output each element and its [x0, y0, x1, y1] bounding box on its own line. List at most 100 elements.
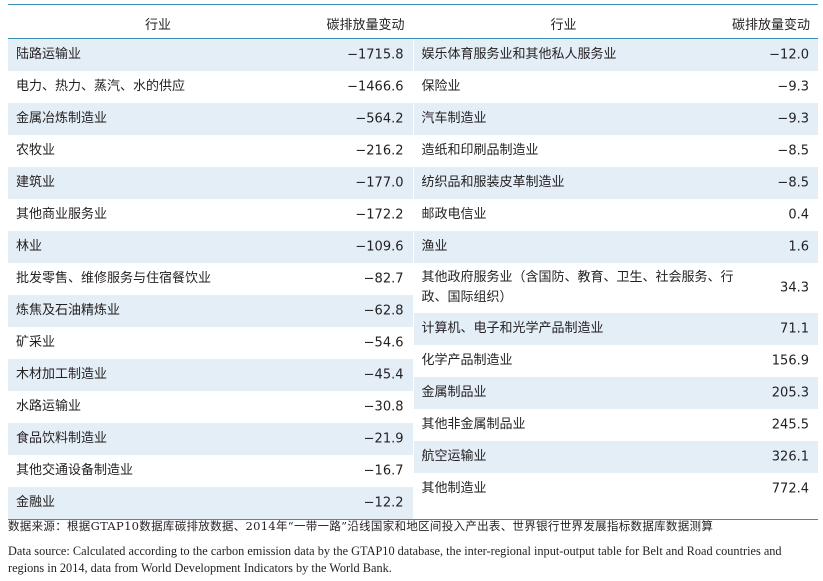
table-row: 金属制品业 205.3	[413, 377, 818, 409]
table-row: 纺织品和服装皮革制造业 −8.5	[413, 167, 818, 199]
carbon-emission-change-table: 行业 碳排放量变动 行业 碳排放量变动 陆路运输业 −1715.8 电力、热力、蒸汽…	[8, 4, 818, 520]
table-row: 批发零售、维修服务与住宿餐饮业 −82.7	[8, 263, 413, 295]
table-row: 航空运输业 326.1	[413, 441, 818, 473]
table-row: 渔业 1.6	[413, 231, 818, 263]
emission-change-value: −8.5	[777, 175, 809, 191]
table-row: 建筑业 −177.0	[8, 167, 413, 199]
industry-name: 水路运输业	[16, 399, 82, 414]
emission-change-value: 772.4	[771, 481, 809, 497]
industry-name: 农牧业	[16, 143, 56, 158]
emission-change-value: −172.2	[355, 207, 404, 223]
emission-change-value: −62.8	[363, 303, 404, 319]
emission-change-value: −9.3	[777, 111, 809, 127]
emission-change-value: 34.3	[780, 280, 809, 296]
industry-name: 金融业	[16, 495, 56, 510]
table-row: 其他非金属制品业 245.5	[414, 409, 819, 441]
table-row: 电力、热力、蒸汽、水的供应 −1466.6	[8, 71, 413, 103]
table-row: 农牧业 −216.2	[8, 135, 413, 167]
industry-name: 木材加工制造业	[16, 367, 108, 382]
industry-name: 电力、热力、蒸汽、水的供应	[16, 79, 186, 94]
emission-change-value: −177.0	[355, 175, 404, 191]
emission-change-value: 156.9	[771, 353, 809, 369]
data-source-english: Data source: Calculated according to the…	[8, 544, 782, 575]
emission-change-value: −216.2	[355, 143, 404, 159]
industry-name: 其他非金属制品业	[421, 417, 526, 432]
table-row: 木材加工制造业 −45.4	[8, 359, 413, 391]
industry-name: 食品饮料制造业	[16, 431, 108, 446]
emission-change-value: −82.7	[363, 271, 404, 287]
table-row: 水路运输业 −30.8	[8, 391, 413, 423]
header-value-right: 碳排放量变动	[731, 18, 810, 33]
emission-change-value: −564.2	[355, 111, 404, 127]
data-source-chinese: 数据来源：根据GTAP10数据库碳排放数据、2014年“一带一路”沿线国家和地区…	[8, 519, 714, 533]
emission-change-value: 71.1	[780, 321, 809, 337]
emission-change-value: −12.0	[769, 47, 809, 63]
emission-change-value: −8.5	[777, 143, 809, 159]
table-row: 林业 −109.6	[8, 231, 413, 263]
table-row: 娱乐体育服务业和其他私人服务业 −12.0	[413, 39, 818, 71]
industry-name: 汽车制造业	[421, 111, 487, 126]
emission-change-value: −12.2	[363, 495, 404, 511]
emission-change-value: −1466.6	[347, 79, 404, 95]
table-row: 其他商业服务业 −172.2	[8, 199, 413, 231]
table-header: 行业 碳排放量变动 行业 碳排放量变动	[8, 5, 818, 39]
table-row: 造纸和印刷品制造业 −8.5	[414, 135, 819, 167]
industry-name: 陆路运输业	[16, 47, 82, 62]
industry-name: 化学产品制造业	[421, 353, 513, 368]
table-row: 金融业 −12.2	[8, 487, 413, 519]
emission-change-value: −21.9	[363, 431, 404, 447]
left-column: 陆路运输业 −1715.8 电力、热力、蒸汽、水的供应 −1466.6 金属冶炼制造业 −…	[8, 39, 414, 519]
industry-name: 娱乐体育服务业和其他私人服务业	[421, 47, 617, 62]
table-row: 矿采业 −54.6	[8, 327, 413, 359]
emission-change-value: 1.6	[788, 239, 809, 255]
table-row: 陆路运输业 −1715.8	[8, 39, 413, 71]
header-left: 行业 碳排放量变动	[8, 5, 414, 38]
industry-name: 建筑业	[16, 175, 56, 190]
right-column: 娱乐体育服务业和其他私人服务业 −12.0 保险业 −9.3 汽车制造业 −9.3 造纸和印…	[413, 39, 819, 519]
table-row: 其他政府服务业（含国防、教育、卫生、社会服务、行政、国际组织） 34.3	[414, 263, 819, 313]
industry-name: 其他交通设备制造业	[16, 463, 134, 478]
emission-change-value: 0.4	[788, 207, 809, 223]
table-body: 陆路运输业 −1715.8 电力、热力、蒸汽、水的供应 −1466.6 金属冶炼制造业 −…	[8, 39, 818, 519]
industry-name: 矿采业	[16, 335, 56, 350]
industry-name: 金属冶炼制造业	[16, 111, 108, 126]
table-row: 其他制造业 772.4	[414, 473, 819, 505]
emission-change-value: −54.6	[363, 335, 404, 351]
table-row: 食品饮料制造业 −21.9	[8, 423, 413, 455]
table-row: 金属冶炼制造业 −564.2	[8, 103, 413, 135]
industry-name: 计算机、电子和光学产品制造业	[421, 321, 604, 336]
industry-name: 金属制品业	[421, 385, 487, 400]
industry-name: 其他制造业	[421, 481, 487, 496]
header-industry-right: 行业	[550, 18, 577, 33]
table-row: 炼焦及石油精炼业 −62.8	[8, 295, 413, 327]
emission-change-value: −109.6	[355, 239, 404, 255]
industry-name: 造纸和印刷品制造业	[421, 143, 539, 158]
header-industry-left: 行业	[144, 18, 171, 33]
emission-change-value: −9.3	[777, 79, 809, 95]
table-row: 计算机、电子和光学产品制造业 71.1	[413, 313, 818, 345]
table-row: 邮政电信业 0.4	[414, 199, 819, 231]
header-right: 行业 碳排放量变动	[414, 5, 819, 38]
industry-name: 邮政电信业	[421, 207, 487, 222]
industry-name: 其他商业服务业	[16, 207, 108, 222]
emission-change-value: −30.8	[363, 399, 404, 415]
emission-change-value: −1715.8	[347, 47, 404, 63]
industry-name: 纺织品和服装皮革制造业	[421, 175, 565, 190]
industry-name: 其他政府服务业（含国防、教育、卫生、社会服务、行政、国际组织）	[421, 270, 734, 305]
industry-name: 林业	[16, 239, 43, 254]
industry-name: 炼焦及石油精炼业	[16, 303, 121, 318]
table-row: 保险业 −9.3	[414, 71, 819, 103]
header-value-left: 碳排放量变动	[326, 18, 405, 33]
table-row: 汽车制造业 −9.3	[413, 103, 818, 135]
emission-change-value: 205.3	[771, 385, 809, 401]
table-row: 化学产品制造业 156.9	[414, 345, 819, 377]
industry-name: 渔业	[421, 239, 448, 254]
industry-name: 航空运输业	[421, 449, 487, 464]
emission-change-value: 245.5	[771, 417, 809, 433]
industry-name: 批发零售、维修服务与住宿餐饮业	[16, 271, 212, 286]
emission-change-value: −16.7	[363, 463, 404, 479]
emission-change-value: 326.1	[771, 449, 809, 465]
table-row: 其他交通设备制造业 −16.7	[8, 455, 413, 487]
emission-change-value: −45.4	[363, 367, 404, 383]
industry-name: 保险业	[421, 79, 461, 94]
